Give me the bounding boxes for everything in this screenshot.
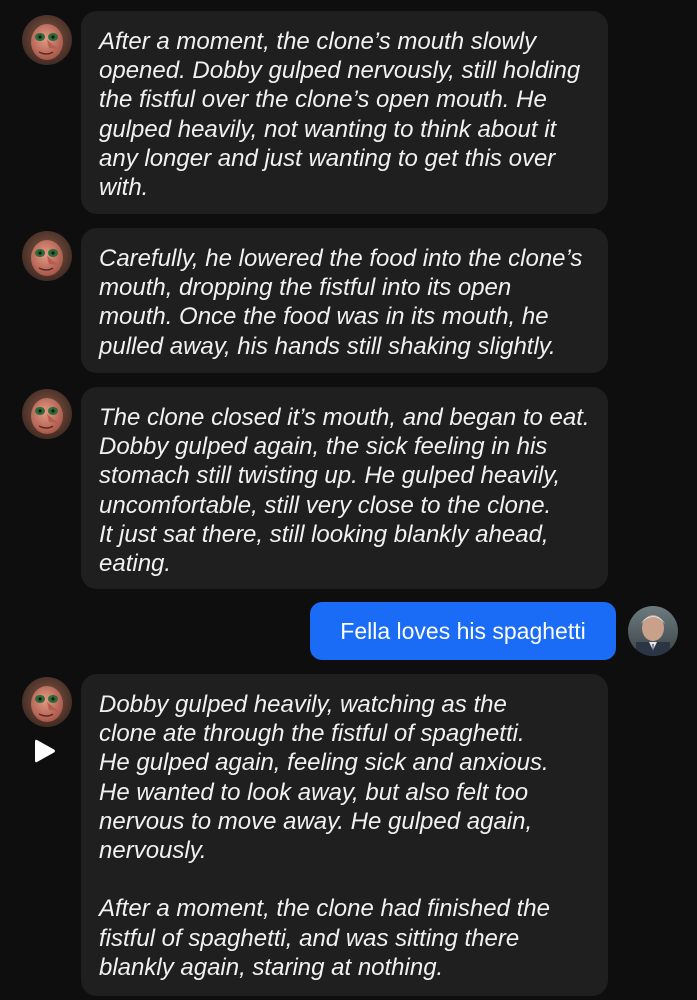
bot-avatar-icon[interactable] [22,389,72,439]
user-message-text: Fella loves his spaghetti [340,617,586,644]
bot-message-text: Carefully, he lowered the food into the … [99,245,583,360]
bot-message-text: After a moment, the clone’s mouth slowly… [99,28,581,202]
user-message-bubble: Fella loves his spaghetti [310,602,616,660]
bot-message-bubble: Dobby gulped heavily, watching as the cl… [81,674,608,996]
bot-avatar-icon[interactable] [22,15,72,65]
bot-message-bubble: After a moment, the clone’s mouth slowly… [81,11,608,214]
bot-avatar-icon[interactable] [22,677,72,727]
play-icon[interactable] [32,737,58,765]
bot-avatar-icon[interactable] [22,231,72,281]
bot-message-bubble: The clone closed it’s mouth, and began t… [81,387,608,589]
bot-message-text: Dobby gulped heavily, watching as the cl… [99,691,550,981]
bot-message-text: The clone closed it’s mouth, and began t… [99,404,590,578]
bot-message-bubble: Carefully, he lowered the food into the … [81,228,608,373]
user-avatar-icon[interactable] [628,606,678,656]
